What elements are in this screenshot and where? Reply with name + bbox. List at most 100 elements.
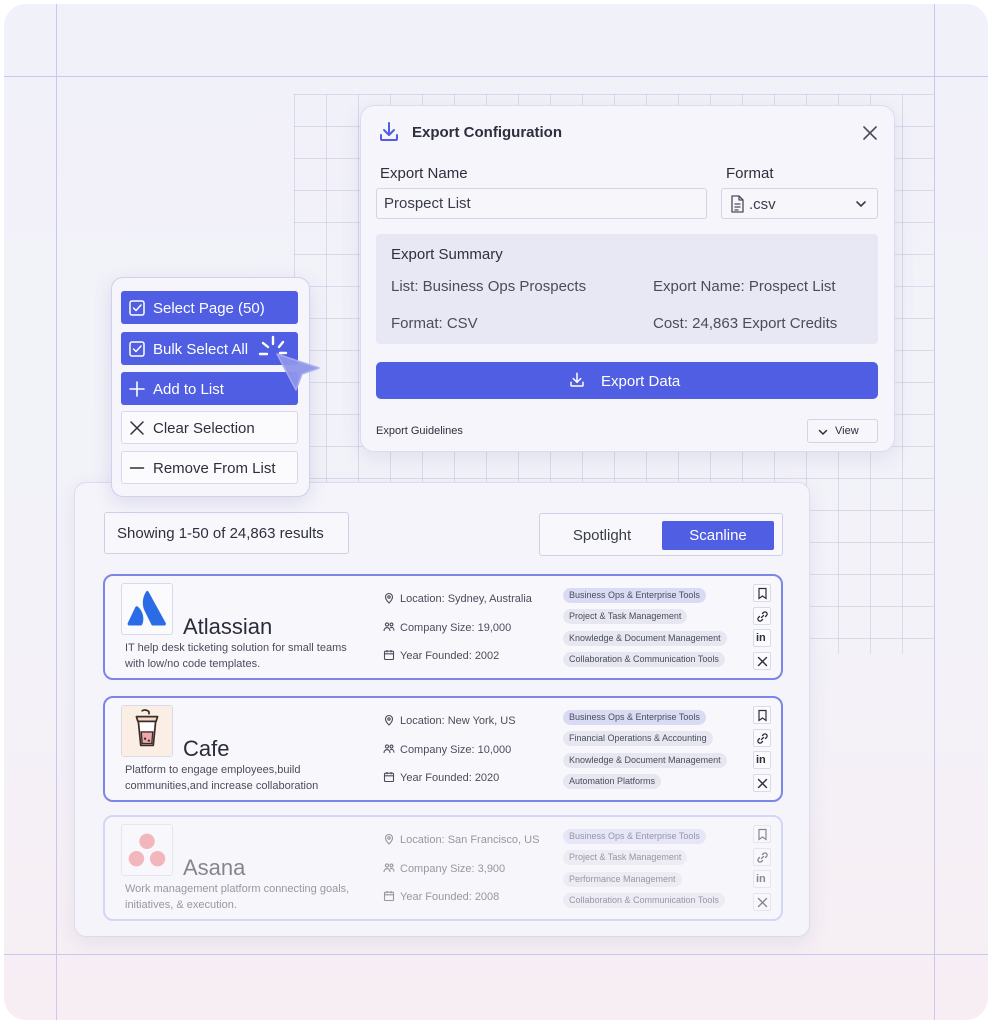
checkbox-checked-icon xyxy=(129,300,145,316)
close-icon xyxy=(130,421,144,435)
founded-text: Year Founded: 2020 xyxy=(400,772,500,784)
bookmark-button[interactable] xyxy=(753,825,771,843)
mouse-cursor-icon xyxy=(258,335,320,391)
link-icon xyxy=(757,852,768,863)
summary-format: Format: CSV xyxy=(391,315,478,332)
company-location: Location: New York, US xyxy=(383,714,516,727)
link-button[interactable] xyxy=(753,729,771,747)
link-icon xyxy=(757,611,768,622)
bookmark-icon xyxy=(758,828,767,841)
people-icon xyxy=(383,622,395,632)
close-icon[interactable] xyxy=(861,124,879,142)
company-card-asana[interactable]: Asana Work management platform connectin… xyxy=(103,815,783,921)
view-guidelines-button[interactable]: View xyxy=(807,419,878,443)
location-text: Location: San Francisco, US xyxy=(400,834,540,846)
export-guidelines-label: Export Guidelines xyxy=(376,425,463,437)
company-size: Company Size: 3,900 xyxy=(383,862,505,875)
dialog-title: Export Configuration xyxy=(412,124,562,141)
category-tag: Automation Platforms xyxy=(563,774,662,789)
category-tag: Knowledge & Document Management xyxy=(563,753,727,768)
link-button[interactable] xyxy=(753,607,771,625)
frame-line xyxy=(934,4,935,1020)
asana-logo xyxy=(121,824,173,876)
export-configuration-dialog: Export Configuration Export Name Format … xyxy=(360,105,895,452)
company-description: Work management platform connecting goal… xyxy=(125,883,350,911)
x-social-button[interactable] xyxy=(753,893,771,911)
asana-logo-icon xyxy=(128,833,166,867)
plus-icon xyxy=(129,381,145,397)
company-name: Asana xyxy=(183,855,246,880)
atlassian-logo-icon xyxy=(127,590,166,626)
scanline-tab[interactable]: Scanline xyxy=(662,521,774,550)
download-icon xyxy=(570,372,584,387)
calendar-icon xyxy=(383,891,395,902)
company-size: Company Size: 10,000 xyxy=(383,743,511,756)
founded-text: Year Founded: 2002 xyxy=(400,650,500,662)
category-tag: Business Ops & Enterprise Tools xyxy=(563,710,706,725)
export-summary: Export Summary List: Business Ops Prospe… xyxy=(376,234,878,344)
add-to-list-label: Add to List xyxy=(153,381,224,398)
format-select[interactable]: .csv xyxy=(721,188,878,219)
linkedin-icon: in xyxy=(756,873,766,885)
export-data-label: Export Data xyxy=(601,373,681,390)
bulk-select-all-label: Bulk Select All xyxy=(153,341,249,358)
x-social-button[interactable] xyxy=(753,652,771,670)
clear-selection-button[interactable]: Clear Selection xyxy=(121,411,298,444)
category-tag: Business Ops & Enterprise Tools xyxy=(563,829,706,844)
summary-export-name: Export Name: Prospect List xyxy=(653,278,836,295)
company-founded: Year Founded: 2020 xyxy=(383,771,499,784)
results-panel: Showing 1-50 of 24,863 results Spotlight… xyxy=(74,482,810,937)
checkbox-checked-icon xyxy=(129,341,145,357)
cafe-logo-icon xyxy=(122,706,172,756)
bookmark-icon xyxy=(758,709,767,722)
chevron-down-icon xyxy=(818,429,828,436)
link-button[interactable] xyxy=(753,848,771,866)
format-value: .csv xyxy=(749,196,776,213)
select-page-button[interactable]: Select Page (50) xyxy=(121,291,298,324)
summary-cost: Cost: 24,863 Export Credits xyxy=(653,315,838,332)
bookmark-button[interactable] xyxy=(753,584,771,602)
company-size: Company Size: 19,000 xyxy=(383,621,511,634)
location-text: Location: New York, US xyxy=(400,715,516,727)
people-icon xyxy=(383,863,395,873)
size-text: Company Size: 3,900 xyxy=(400,863,506,875)
download-icon xyxy=(380,122,398,141)
company-card-cafe[interactable]: Cafe Platform to engage employees,build … xyxy=(103,696,783,802)
summary-list: List: Business Ops Prospects xyxy=(391,278,587,295)
category-tag: Financial Operations & Accounting xyxy=(563,731,713,746)
format-label: Format xyxy=(726,165,774,182)
linkedin-icon: in xyxy=(756,632,766,644)
atlassian-logo xyxy=(121,583,173,635)
view-toggle: Spotlight Scanline xyxy=(539,513,783,556)
size-text: Company Size: 10,000 xyxy=(400,744,512,756)
x-icon xyxy=(757,656,768,667)
export-data-button[interactable]: Export Data xyxy=(376,362,878,399)
company-name: Atlassian xyxy=(183,614,273,639)
view-label: View xyxy=(835,425,859,437)
founded-text: Year Founded: 2008 xyxy=(400,891,500,903)
category-tag: Performance Management xyxy=(563,872,682,887)
minus-icon xyxy=(129,467,145,469)
export-name-label: Export Name xyxy=(380,165,468,182)
company-name: Cafe xyxy=(183,736,230,761)
people-icon xyxy=(383,744,395,754)
linkedin-button[interactable]: in xyxy=(753,751,771,769)
x-social-button[interactable] xyxy=(753,774,771,792)
company-location: Location: Sydney, Australia xyxy=(383,592,532,605)
frame-line xyxy=(4,954,988,955)
linkedin-icon: in xyxy=(756,754,766,766)
category-tag: Collaboration & Communication Tools xyxy=(563,652,725,667)
linkedin-button[interactable]: in xyxy=(753,870,771,888)
linkedin-button[interactable]: in xyxy=(753,629,771,647)
location-text: Location: Sydney, Australia xyxy=(400,593,532,605)
remove-from-list-button[interactable]: Remove From List xyxy=(121,451,298,484)
x-icon xyxy=(757,897,768,908)
bookmark-button[interactable] xyxy=(753,706,771,724)
bookmark-icon xyxy=(758,587,767,600)
link-icon xyxy=(757,733,768,744)
company-card-atlassian[interactable]: Atlassian IT help desk ticketing solutio… xyxy=(103,574,783,680)
export-name-input[interactable] xyxy=(376,188,707,219)
spotlight-tab[interactable]: Spotlight xyxy=(546,521,658,550)
company-founded: Year Founded: 2008 xyxy=(383,890,499,903)
summary-title: Export Summary xyxy=(391,246,503,263)
